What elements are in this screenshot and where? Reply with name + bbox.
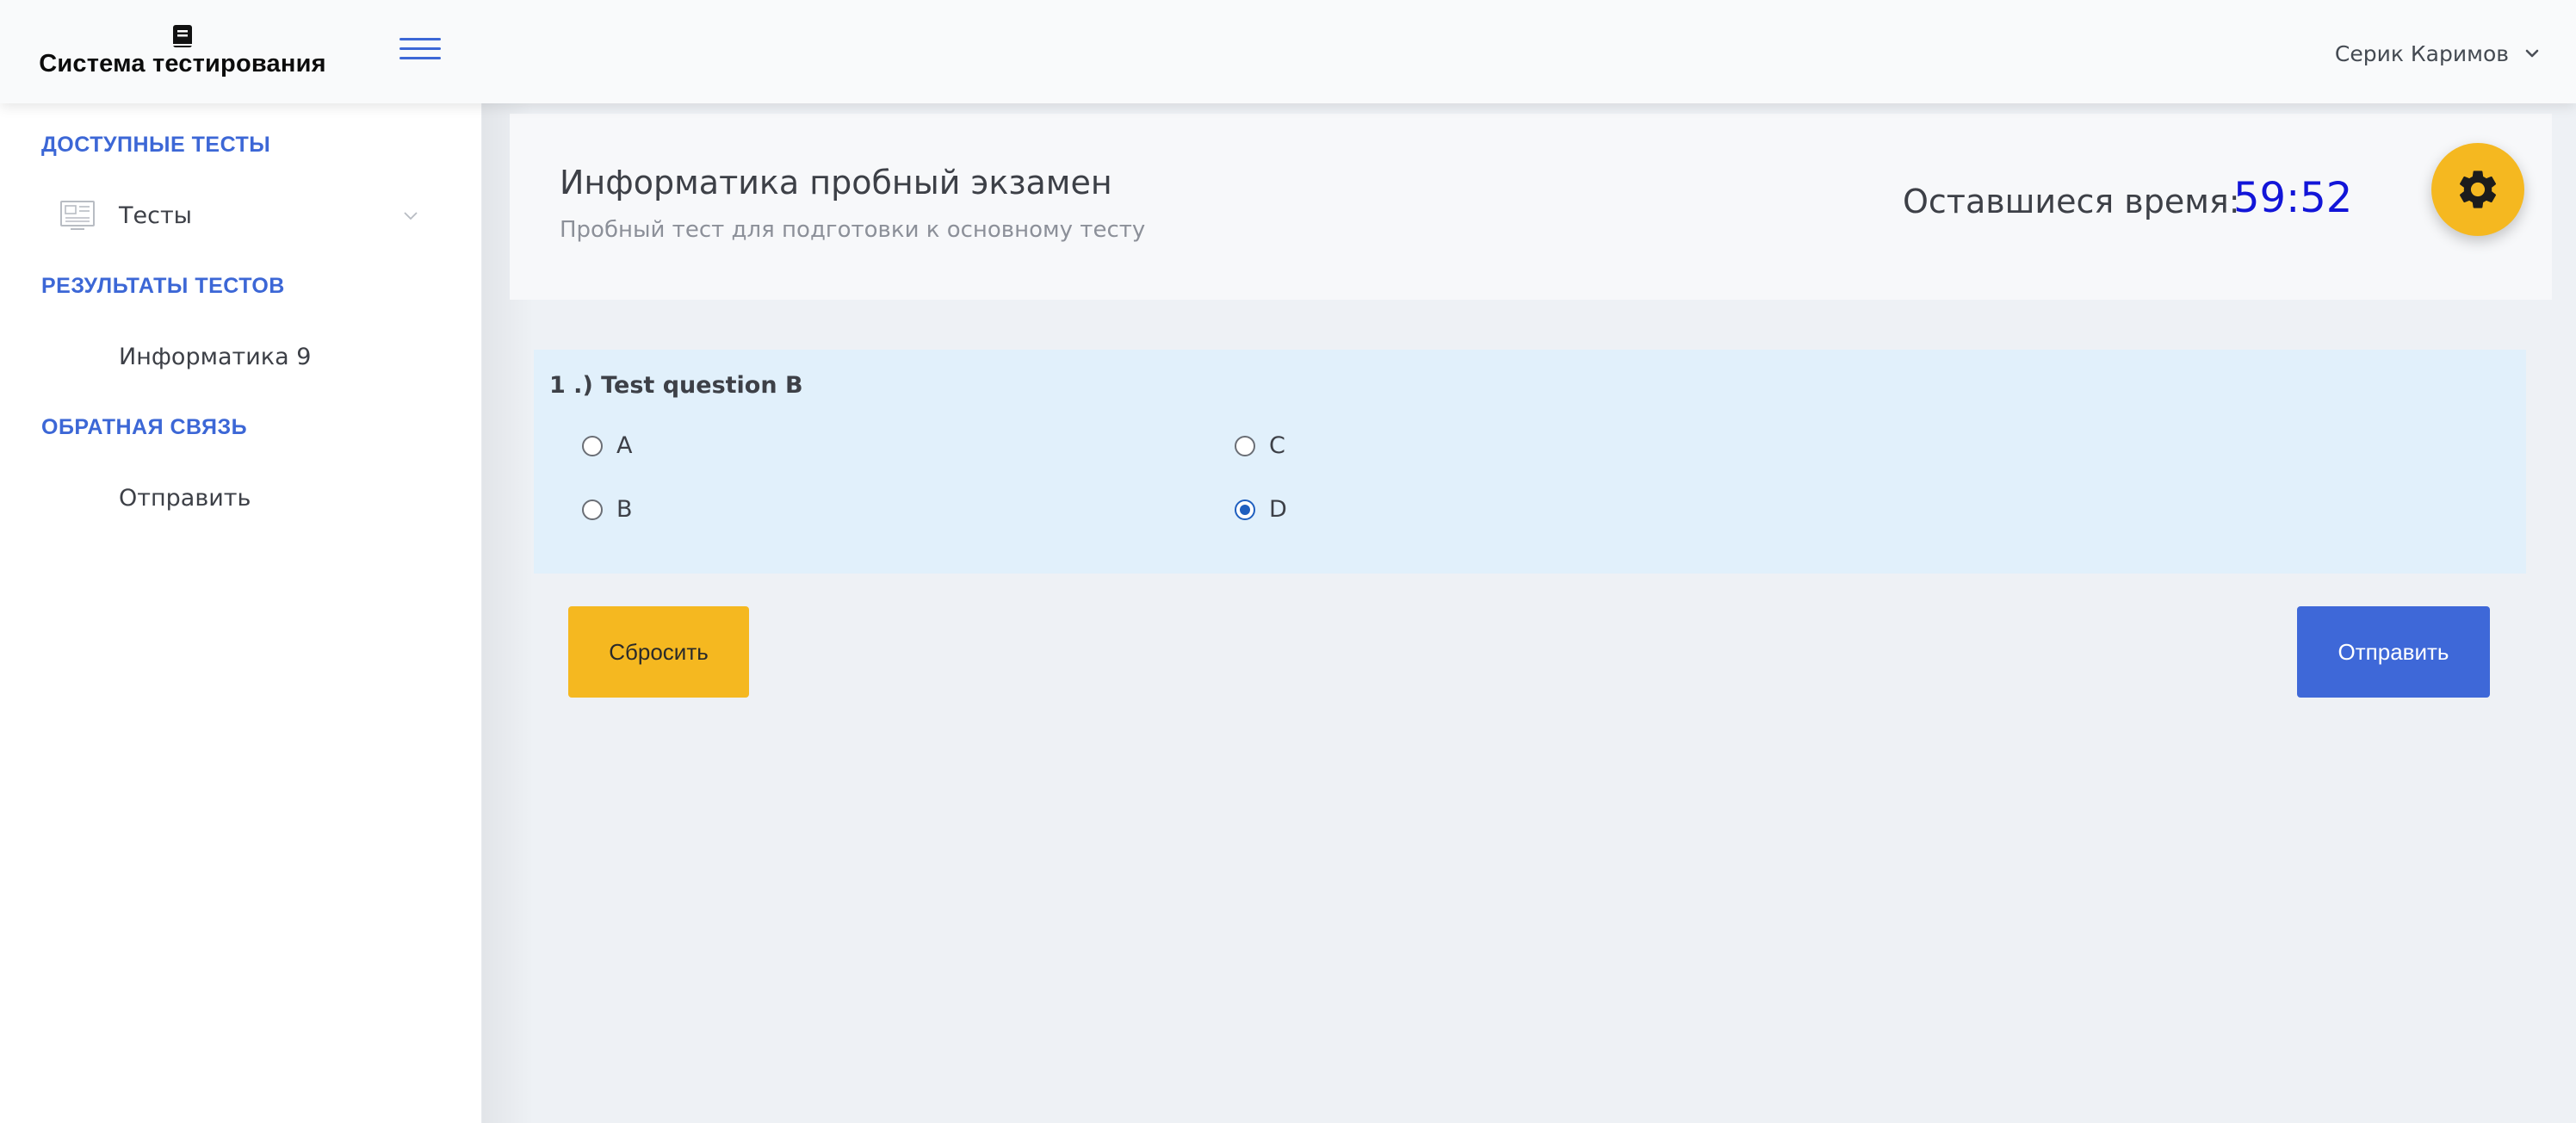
option-b[interactable]: B xyxy=(582,496,633,523)
exam-subtitle: Пробный тест для подготовки к основному … xyxy=(560,217,1146,243)
hamburger-icon[interactable] xyxy=(399,34,441,64)
brand-title: Система тестирования xyxy=(39,50,326,78)
exam-header-card: Информатика пробный экзамен Пробный тест… xyxy=(510,114,2552,300)
option-d[interactable]: D xyxy=(1235,496,1287,523)
book-icon xyxy=(173,25,192,47)
sidebar-item-tests[interactable]: Тесты xyxy=(0,188,482,243)
option-a[interactable]: A xyxy=(582,432,632,459)
radio-button[interactable] xyxy=(582,499,603,520)
radio-button-selected[interactable] xyxy=(1235,499,1255,520)
radio-button[interactable] xyxy=(1235,435,1255,456)
chevron-down-icon xyxy=(2525,49,2539,58)
sidebar-item-label: Информатика 9 xyxy=(119,343,312,370)
option-label: C xyxy=(1269,432,1285,459)
timer-value: 59:52 xyxy=(2233,174,2353,222)
sidebar-item-label: Тесты xyxy=(119,202,192,229)
sidebar-item-informatics-9[interactable]: Информатика 9 xyxy=(0,329,482,384)
option-label: A xyxy=(616,432,633,459)
question-card: 1 .) Test question B A B C D xyxy=(534,350,2526,574)
newspaper-icon xyxy=(60,201,95,230)
timer-label: Оставшиеся время: xyxy=(1903,183,2240,220)
gear-icon xyxy=(2459,171,2497,208)
user-menu[interactable]: Серик Каримов xyxy=(2335,36,2542,71)
exam-title: Информатика пробный экзамен xyxy=(560,164,1112,202)
radio-button[interactable] xyxy=(582,435,603,456)
sidebar-heading-feedback: ОБРАТНАЯ СВЯЗЬ xyxy=(41,415,248,439)
chevron-down-icon xyxy=(404,212,418,220)
sidebar-item-label: Отправить xyxy=(119,484,251,512)
option-label: D xyxy=(1269,496,1287,523)
option-c[interactable]: C xyxy=(1235,432,1285,459)
submit-button[interactable]: Отправить xyxy=(2297,606,2490,698)
settings-button[interactable] xyxy=(2431,143,2524,236)
user-name: Серик Каримов xyxy=(2334,40,2509,66)
option-label: B xyxy=(616,496,633,523)
top-header: Система тестирования Серик Каримов xyxy=(0,0,2576,103)
question-text: 1 .) Test question B xyxy=(549,372,803,399)
sidebar-item-send-feedback[interactable]: Отправить xyxy=(0,470,482,525)
reset-button[interactable]: Сбросить xyxy=(568,606,749,698)
brand[interactable]: Система тестирования xyxy=(0,0,365,103)
sidebar: ДОСТУПНЫЕ ТЕСТЫ Тесты РЕЗУЛЬТАТЫ ТЕСТОВ … xyxy=(0,103,482,1123)
sidebar-heading-available-tests: ДОСТУПНЫЕ ТЕСТЫ xyxy=(41,133,271,157)
sidebar-heading-test-results: РЕЗУЛЬТАТЫ ТЕСТОВ xyxy=(41,274,285,298)
